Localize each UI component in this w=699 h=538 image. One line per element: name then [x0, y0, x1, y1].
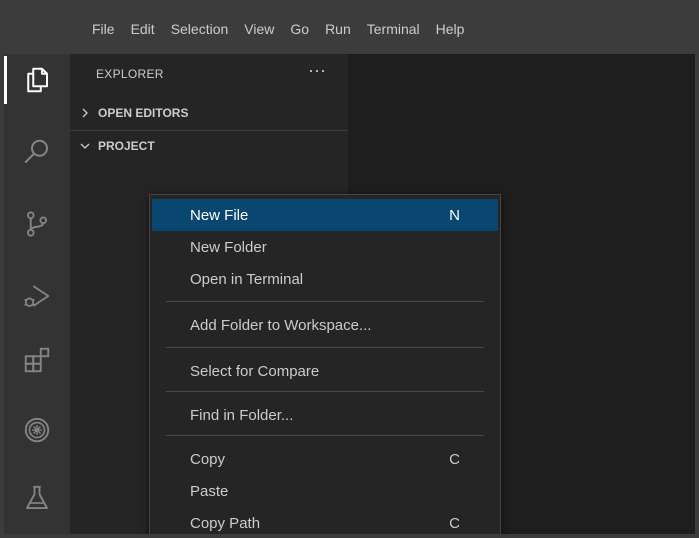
- vscode-window: File Edit Selection View Go Run Terminal…: [4, 4, 695, 534]
- activity-bar: [4, 54, 70, 534]
- section-open-editors[interactable]: OPEN EDITORS: [70, 98, 348, 128]
- activity-testing[interactable]: [4, 474, 70, 522]
- section-label: OPEN EDITORS: [98, 106, 189, 120]
- menu-item-label: New File: [190, 206, 249, 224]
- activity-search[interactable]: [4, 128, 70, 176]
- section-project[interactable]: PROJECT: [70, 130, 348, 161]
- sidebar-title: EXPLORER: [96, 67, 164, 81]
- menu-separator: [166, 391, 484, 392]
- menu-item-label: Add Folder to Workspace...: [190, 316, 372, 334]
- activity-remote[interactable]: [4, 406, 70, 454]
- search-icon: [24, 139, 48, 163]
- activity-extensions[interactable]: [4, 336, 70, 384]
- menu-separator: [166, 435, 484, 436]
- menu-go[interactable]: Go: [282, 4, 317, 54]
- menu-item-new-file[interactable]: New File N: [152, 199, 498, 231]
- chevron-down-icon: [80, 141, 98, 151]
- menu-item-label: Select for Compare: [190, 362, 320, 380]
- context-menu: New File N New Folder Open in Terminal A…: [149, 194, 501, 534]
- menu-bar: File Edit Selection View Go Run Terminal…: [4, 4, 695, 54]
- menu-item-label: Copy: [190, 450, 226, 468]
- menu-item-label: Paste: [190, 482, 229, 500]
- menu-item-label: New Folder: [190, 238, 267, 256]
- menu-bar-items: File Edit Selection View Go Run Terminal…: [84, 4, 472, 54]
- more-actions-icon[interactable]: ···: [308, 60, 326, 81]
- menu-item-paste[interactable]: Paste: [152, 475, 498, 507]
- active-indicator: [4, 56, 7, 104]
- menu-item-shortcut: C: [449, 514, 460, 532]
- section-label: PROJECT: [98, 139, 155, 153]
- menu-edit[interactable]: Edit: [123, 4, 163, 54]
- menu-terminal[interactable]: Terminal: [359, 4, 428, 54]
- menu-separator: [166, 301, 484, 302]
- menu-item-label: Copy Path: [190, 514, 261, 532]
- menu-item-shortcut: N: [449, 206, 460, 224]
- testing-icon: [26, 485, 48, 509]
- menu-item-open-in-terminal[interactable]: Open in Terminal: [152, 263, 498, 295]
- extensions-icon: [24, 347, 50, 373]
- menu-item-select-for-compare[interactable]: Select for Compare: [152, 355, 498, 387]
- activity-source-control[interactable]: [4, 200, 70, 248]
- source-control-icon: [26, 211, 48, 237]
- chevron-right-icon: [80, 108, 98, 118]
- remote-icon: [24, 417, 50, 443]
- menu-item-shortcut: C: [449, 450, 460, 468]
- activity-explorer[interactable]: [4, 56, 70, 104]
- menu-item-label: Open in Terminal: [190, 270, 304, 288]
- menu-item-add-folder-to-workspace[interactable]: Add Folder to Workspace...: [152, 309, 498, 341]
- menu-item-copy[interactable]: Copy C: [152, 443, 498, 475]
- menu-item-copy-path[interactable]: Copy Path C: [152, 507, 498, 534]
- menu-separator: [166, 347, 484, 348]
- menu-file[interactable]: File: [84, 4, 123, 54]
- menu-run[interactable]: Run: [317, 4, 359, 54]
- menu-selection[interactable]: Selection: [163, 4, 237, 54]
- menu-help[interactable]: Help: [428, 4, 473, 54]
- menu-item-label: Find in Folder...: [190, 406, 294, 424]
- menu-view[interactable]: View: [236, 4, 282, 54]
- explorer-icon: [27, 67, 48, 93]
- menu-item-new-folder[interactable]: New Folder: [152, 231, 498, 263]
- activity-run-debug[interactable]: [4, 272, 70, 320]
- run-debug-icon: [24, 285, 50, 307]
- menu-item-find-in-folder[interactable]: Find in Folder...: [152, 399, 498, 431]
